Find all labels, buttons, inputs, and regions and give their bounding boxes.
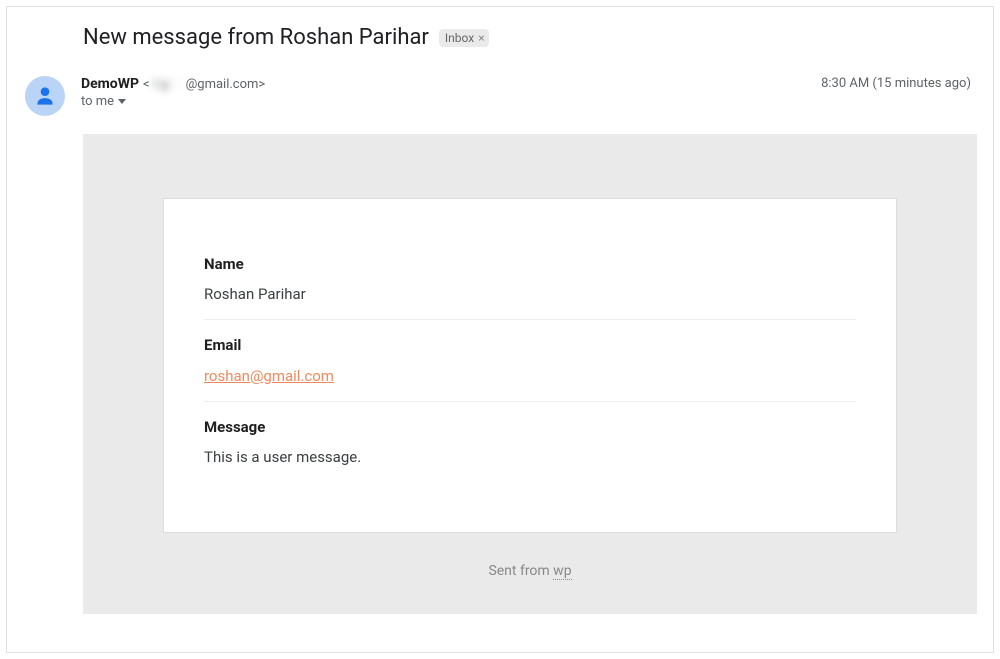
recipient-dropdown[interactable]: to me — [81, 94, 805, 109]
avatar[interactable] — [25, 76, 65, 116]
chevron-down-icon — [118, 99, 126, 104]
timestamp: 8:30 AM (15 minutes ago) — [821, 76, 971, 91]
sender-email-close: @gmail.com> — [186, 77, 266, 92]
email-link[interactable]: roshan@gmail.com — [204, 367, 334, 385]
sent-from-footer: Sent from wp — [488, 563, 571, 579]
sender-line: DemoWP < t g · · @gmail.com> — [81, 76, 805, 92]
sender-name: DemoWP — [81, 76, 139, 92]
subject-text: New message from Roshan Parihar — [83, 25, 429, 50]
to-label: to me — [81, 94, 114, 109]
field-email: Email roshan@gmail.com — [204, 320, 856, 402]
close-icon[interactable]: × — [478, 31, 484, 45]
email-view-container: New message from Roshan Parihar Inbox × … — [6, 6, 994, 653]
message-label: Message — [204, 418, 856, 436]
email-body-background: Name Roshan Parihar Email roshan@gmail.c… — [83, 134, 977, 614]
person-icon — [32, 83, 58, 109]
message-card: Name Roshan Parihar Email roshan@gmail.c… — [163, 198, 897, 533]
inbox-chip-label: Inbox — [445, 31, 474, 45]
email-header-row: DemoWP < t g · · @gmail.com> to me 8:30 … — [23, 76, 977, 116]
sender-email-open: < — [143, 77, 150, 92]
sender-email-hidden: t g · · — [154, 77, 182, 92]
field-name: Name Roshan Parihar — [204, 239, 856, 320]
message-value: This is a user message. — [204, 448, 856, 466]
email-label: Email — [204, 336, 856, 354]
field-message: Message This is a user message. — [204, 402, 856, 482]
sender-info: DemoWP < t g · · @gmail.com> to me — [81, 76, 805, 109]
name-label: Name — [204, 255, 856, 273]
inbox-label-chip[interactable]: Inbox × — [439, 29, 489, 47]
sent-from-label: Sent from — [488, 563, 553, 579]
name-value: Roshan Parihar — [204, 285, 856, 303]
sent-from-wp-link[interactable]: wp — [553, 563, 571, 580]
subject-row: New message from Roshan Parihar Inbox × — [23, 25, 977, 50]
